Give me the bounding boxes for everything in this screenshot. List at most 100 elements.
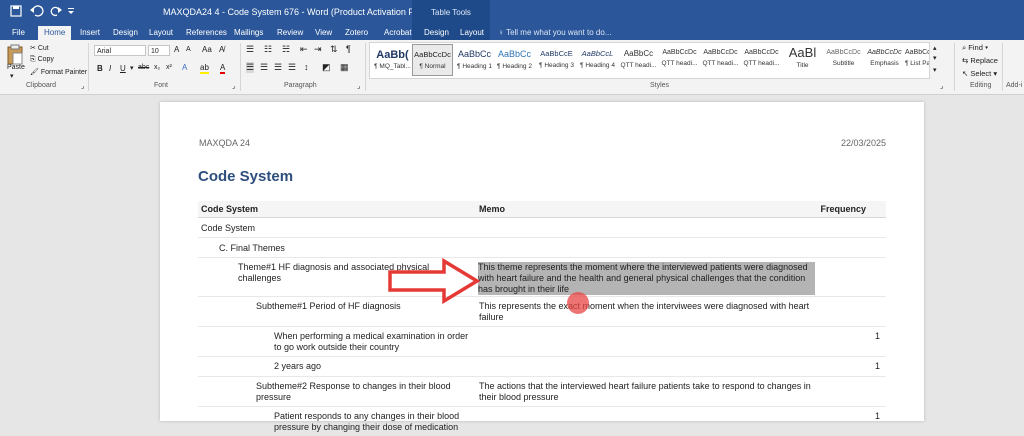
- tell-me-text: Tell me what you want to do...: [506, 28, 612, 37]
- styles-more-icon[interactable]: ▾: [933, 66, 937, 74]
- underline-dropdown-icon[interactable]: ▾: [130, 64, 134, 72]
- memo-cell-selected[interactable]: This theme represents the moment where t…: [478, 262, 815, 295]
- tab-file[interactable]: File: [10, 26, 27, 40]
- tab-mailings[interactable]: Mailings: [232, 26, 265, 40]
- tab-zotero[interactable]: Zotero: [343, 26, 370, 40]
- paste-dropdown-icon[interactable]: ▾: [10, 72, 14, 80]
- styles-launcher-icon[interactable]: ⌟: [940, 82, 943, 90]
- style-qtt-heading-4[interactable]: AaBbCcDc QTT headi...: [741, 44, 782, 76]
- strikethrough-button[interactable]: abc: [138, 64, 149, 71]
- style-name: ¶ Heading 2: [497, 63, 532, 70]
- styles-scroll-up-icon[interactable]: ▴: [933, 44, 937, 52]
- tab-acrobat[interactable]: Acrobat: [382, 26, 414, 40]
- column-header-frequency: Frequency: [820, 204, 866, 214]
- table-row[interactable]: When performing a medical examination in…: [198, 327, 886, 357]
- style-list-paragraph[interactable]: AaBbCcDc ¶ List Para...: [905, 44, 929, 76]
- style-heading-3[interactable]: AaBbCcE ¶ Heading 3: [536, 44, 577, 76]
- decrease-indent-icon[interactable]: ⇤: [300, 44, 308, 55]
- table-row[interactable]: Code System: [198, 218, 886, 238]
- style-qtt-heading-2[interactable]: AaBbCcDc QTT headi...: [659, 44, 700, 76]
- clipboard-launcher-icon[interactable]: ⌟: [81, 82, 84, 90]
- bullets-icon[interactable]: ☰: [246, 44, 254, 55]
- superscript-button[interactable]: x²: [166, 64, 172, 71]
- style-subtitle[interactable]: AaBbCcDc Subtitle: [823, 44, 864, 76]
- table-row[interactable]: Subtheme#2 Response to changes in their …: [198, 377, 886, 407]
- save-icon[interactable]: [10, 5, 22, 20]
- document-page[interactable]: MAXQDA 24 22/03/2025 Code System Code Sy…: [160, 102, 924, 432]
- style-name: ¶ Normal: [419, 63, 446, 70]
- shrink-font-button[interactable]: A: [186, 46, 191, 53]
- annotation-arrow-icon: [388, 258, 480, 304]
- style-heading-1[interactable]: AaBbCc ¶ Heading 1: [454, 44, 495, 76]
- find-button[interactable]: ⌕ Find ▾: [962, 43, 988, 53]
- column-header-memo: Memo: [479, 204, 506, 214]
- tab-layout[interactable]: Layout: [147, 26, 175, 40]
- select-button[interactable]: ↖ Select ▾: [962, 69, 997, 78]
- underline-button[interactable]: U: [120, 64, 126, 73]
- style-title[interactable]: AaBl Title: [782, 44, 823, 76]
- justify-icon[interactable]: ☰: [288, 62, 296, 73]
- undo-icon[interactable]: [30, 5, 44, 20]
- multilevel-list-icon[interactable]: ☵: [282, 44, 290, 55]
- find-label: Find: [968, 43, 983, 52]
- paragraph-launcher-icon[interactable]: ⌟: [357, 82, 360, 90]
- style-normal[interactable]: AaBbCcDc ¶ Normal: [412, 44, 453, 76]
- styles-scroll-down-icon[interactable]: ▾: [933, 54, 937, 62]
- table-row[interactable]: C. Final Themes: [198, 238, 886, 258]
- replace-button[interactable]: ⇆ Replace: [962, 56, 998, 65]
- grow-font-button[interactable]: A: [174, 45, 179, 54]
- style-emphasis[interactable]: AaBbCcDc Emphasis: [864, 44, 905, 76]
- align-right-icon[interactable]: ☰: [274, 62, 282, 73]
- tab-review[interactable]: Review: [275, 26, 305, 40]
- align-left-icon[interactable]: ☰: [246, 62, 255, 73]
- cut-button[interactable]: ✂ Cut: [30, 44, 49, 52]
- text-effects-button[interactable]: A: [182, 63, 187, 72]
- copy-icon: ⎘: [30, 56, 36, 63]
- paste-button[interactable]: Paste: [7, 64, 25, 71]
- memo-cell: The actions that the interviewed heart f…: [479, 381, 811, 402]
- redo-icon[interactable]: [50, 5, 62, 20]
- change-case-button[interactable]: Aa: [202, 45, 212, 54]
- italic-button[interactable]: I: [109, 64, 111, 73]
- style-qtt-heading-1[interactable]: AaBbCc QTT headi...: [618, 44, 659, 76]
- style-heading-2[interactable]: AaBbCc ¶ Heading 2: [494, 44, 535, 76]
- font-name-combo[interactable]: Arial: [94, 45, 146, 56]
- font-launcher-icon[interactable]: ⌟: [232, 82, 235, 90]
- style-preview: AaBl: [788, 45, 817, 60]
- borders-icon[interactable]: ▦: [340, 62, 349, 73]
- increase-indent-icon[interactable]: ⇥: [314, 44, 322, 55]
- subscript-button[interactable]: x₂: [154, 64, 160, 71]
- numbering-icon[interactable]: ☷: [264, 44, 272, 55]
- clear-formatting-icon[interactable]: A̸: [219, 45, 224, 54]
- sort-icon[interactable]: ⇅: [330, 44, 338, 55]
- lightbulb-icon: ♀: [498, 28, 504, 37]
- align-center-icon[interactable]: ☰: [260, 62, 268, 73]
- tab-view[interactable]: View: [313, 26, 334, 40]
- line-spacing-icon[interactable]: ↕: [304, 62, 309, 72]
- tell-me-search[interactable]: ♀ Tell me what you want to do...: [498, 26, 611, 39]
- highlight-color-button[interactable]: ab: [200, 63, 209, 74]
- copy-button[interactable]: ⎘ Copy: [30, 56, 54, 64]
- table-row[interactable]: Subtheme#1 Period of HF diagnosis This r…: [198, 297, 886, 327]
- tab-table-design[interactable]: Design: [422, 26, 451, 40]
- font-size-combo[interactable]: 10: [148, 45, 170, 56]
- shading-icon[interactable]: ◩: [322, 62, 331, 73]
- tab-home[interactable]: Home: [38, 26, 72, 40]
- bold-button[interactable]: B: [97, 64, 103, 73]
- tab-table-layout[interactable]: Layout: [458, 26, 486, 40]
- show-formatting-icon[interactable]: ¶: [346, 44, 351, 54]
- style-mq-table[interactable]: AaBb( ¶ MQ_Tabl...: [372, 44, 413, 76]
- table-tools-label: Table Tools: [412, 0, 490, 26]
- tab-references[interactable]: References: [184, 26, 229, 40]
- format-painter-button[interactable]: 🖌 Format Painter: [30, 68, 87, 76]
- style-preview: AaBbCcDc: [662, 49, 697, 56]
- style-heading-4[interactable]: AaBbCcL ¶ Heading 4: [577, 44, 618, 76]
- table-row[interactable]: Theme#1 HF diagnosis and associated phys…: [198, 258, 886, 297]
- customize-quick-access-icon[interactable]: [66, 5, 76, 20]
- table-row[interactable]: Patient responds to any changes in their…: [198, 407, 886, 436]
- style-qtt-heading-3[interactable]: AaBbCcDc QTT headi...: [700, 44, 741, 76]
- tab-design[interactable]: Design: [111, 26, 140, 40]
- tab-insert[interactable]: Insert: [78, 26, 102, 40]
- font-color-button[interactable]: A: [220, 63, 226, 74]
- table-row[interactable]: 2 years ago 1: [198, 357, 886, 377]
